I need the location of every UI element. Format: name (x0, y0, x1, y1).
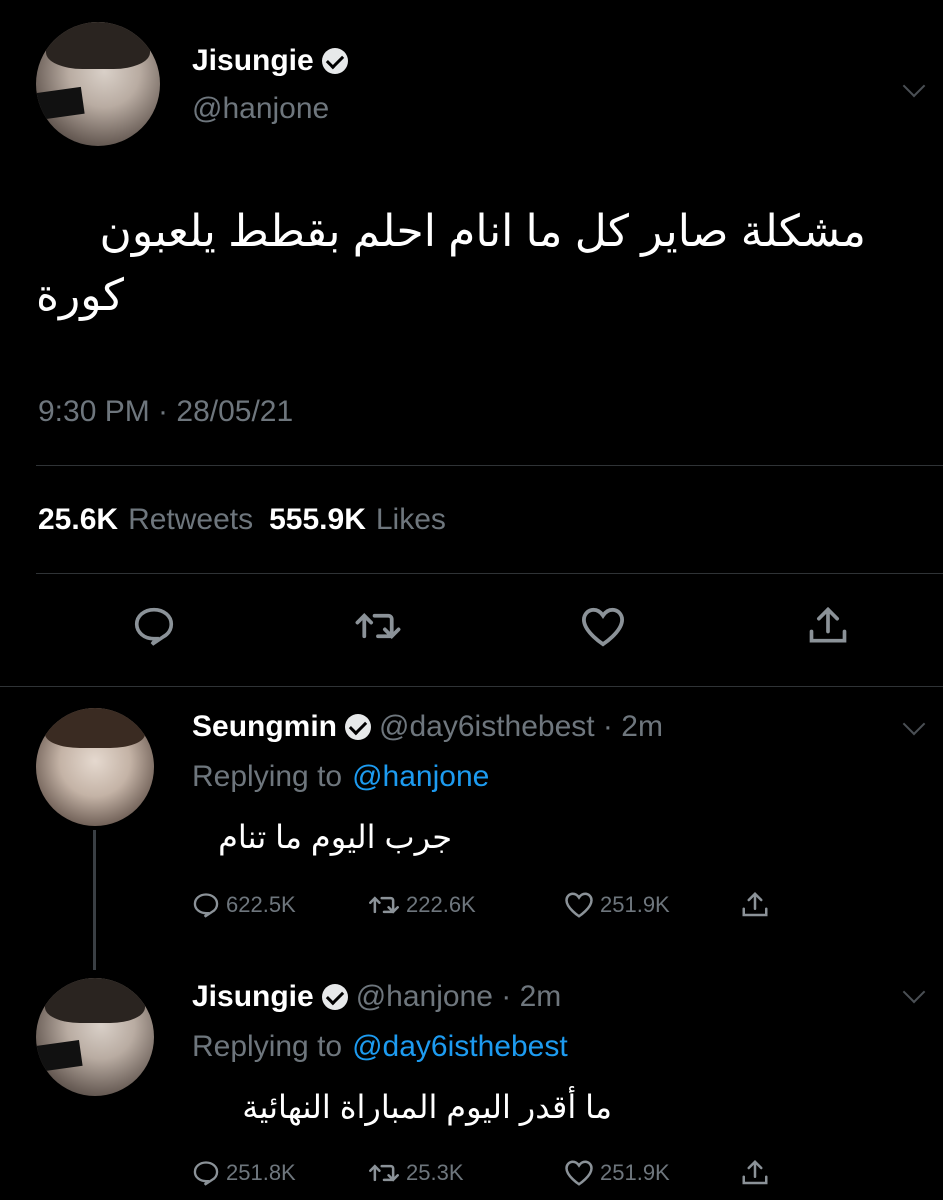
heart-icon[interactable] (580, 606, 626, 648)
retweet-count: 222.6K (406, 892, 476, 917)
share-icon[interactable] (740, 1158, 770, 1188)
reply2-text: ما أقدر اليوم المباراة النهائية (242, 1089, 612, 1125)
replying-to-label: Replying to (192, 1030, 343, 1063)
reply1-text: جرب اليوم ما تنام (218, 819, 452, 855)
chevron-down-icon[interactable] (902, 74, 926, 98)
author-handle[interactable]: @hanjone (192, 92, 329, 126)
retweet-count: 25.3K (406, 1160, 464, 1185)
tweet-timestamp[interactable]: 9:30 PM · 28/05/21 (38, 395, 293, 429)
chevron-down-icon[interactable] (902, 980, 926, 1004)
author-avatar[interactable] (36, 22, 160, 146)
chevron-down-icon[interactable] (902, 712, 926, 736)
heart-icon (565, 1160, 593, 1186)
reply-icon[interactable] (132, 606, 176, 646)
retweet-icon (369, 1164, 399, 1182)
retweets-count: 25.6K (38, 503, 119, 536)
retweet-icon[interactable] (354, 608, 402, 644)
reply1-handle-time[interactable]: @day6isthebest · 2m (379, 710, 663, 744)
thread-line (93, 830, 96, 970)
divider (36, 573, 943, 574)
reply-icon (193, 1161, 219, 1186)
verified-badge-icon (321, 48, 348, 74)
replying-to-label: Replying to (192, 760, 343, 793)
divider (0, 686, 943, 687)
heart-icon (565, 892, 593, 918)
likes-stat[interactable]: 555.9K Likes (269, 503, 446, 537)
replying-to-link[interactable]: @hanjone (352, 760, 489, 794)
tweet-text-line-2: كورة (36, 271, 124, 320)
verified-badge-icon (321, 984, 348, 1010)
reply-icon (193, 893, 219, 918)
reply1-like-button[interactable]: 251.9K (564, 891, 740, 919)
likes-label: Likes (375, 503, 446, 536)
reply1-avatar[interactable] (36, 708, 154, 826)
retweet-icon (369, 896, 399, 914)
reply1-reply-button[interactable]: 622.5K (192, 892, 368, 918)
divider (36, 465, 943, 466)
reply1-retweet-button[interactable]: 222.6K (368, 892, 564, 918)
reply2-display-name[interactable]: Jisungie (192, 980, 314, 1014)
likes-count: 555.9K (269, 503, 366, 536)
retweets-label: Retweets (128, 503, 254, 536)
retweets-stat[interactable]: 25.6K Retweets (38, 503, 253, 537)
verified-badge-icon (345, 714, 372, 740)
reply2-reply-button[interactable]: 251.8K (192, 1160, 368, 1186)
reply2-retweet-button[interactable]: 25.3K (368, 1160, 564, 1186)
replying-to-link[interactable]: @day6isthebest (352, 1030, 568, 1064)
reply2-handle-time[interactable]: @hanjone · 2m (356, 980, 562, 1014)
reply-count: 622.5K (226, 892, 296, 917)
like-count: 251.9K (600, 892, 670, 917)
like-count: 251.9K (600, 1160, 670, 1185)
reply-count: 251.8K (226, 1160, 296, 1185)
reply2-avatar[interactable] (36, 978, 154, 1096)
share-icon[interactable] (806, 604, 850, 648)
reply2-like-button[interactable]: 251.9K (564, 1159, 740, 1187)
reply1-display-name[interactable]: Seungmin (192, 710, 337, 744)
author-display-name[interactable]: Jisungie (192, 44, 314, 78)
tweet-text: مشكلة صاير كل ما انام احلم بقطط يلعبون ك… (36, 200, 866, 328)
tweet-text-line-1: مشكلة صاير كل ما انام احلم بقطط يلعبون (99, 207, 867, 256)
share-icon[interactable] (740, 890, 770, 920)
